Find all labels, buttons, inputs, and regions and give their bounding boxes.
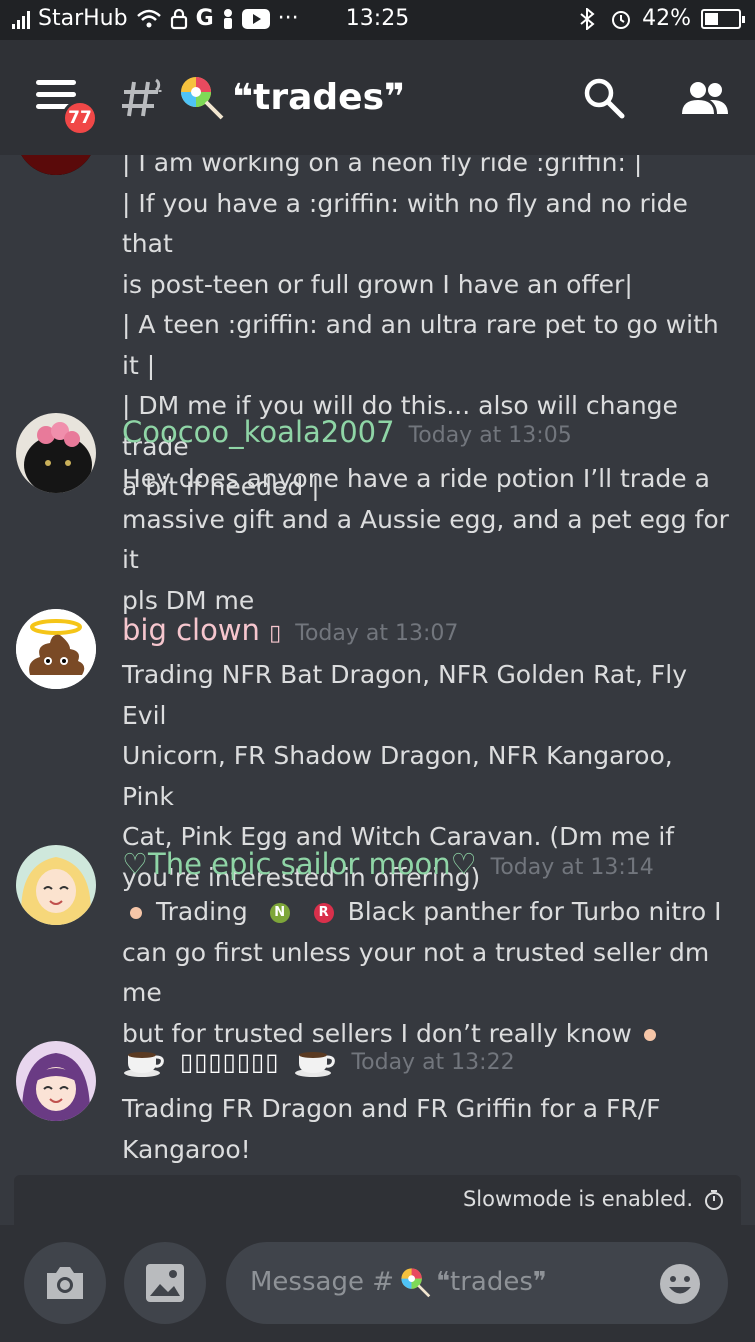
message-line: Trading NFR Bat Dragon, NFR Golden Rat, … <box>122 660 688 730</box>
camera-button[interactable] <box>24 1242 106 1324</box>
lollipop-icon <box>401 1268 431 1298</box>
message-placeholder: Message # ❝trades❞ <box>250 1266 547 1298</box>
message-line: Trading N R Black panther for Turbo nitro… <box>122 892 732 933</box>
username[interactable]: ♡The epic sailor moon♡ <box>122 847 477 881</box>
notification-badge: 77 <box>62 100 98 136</box>
timestamp: Today at 13:22 <box>351 1049 515 1075</box>
status-bar: StarHub G ··· 13:25 42% <box>0 0 755 40</box>
status-right: 42% <box>576 6 745 31</box>
message-header: Coocoo_koala2007 Today at 13:05 <box>122 415 572 449</box>
message-input[interactable]: Message # ❝trades❞ <box>226 1242 728 1324</box>
timestamp: Today at 13:14 <box>490 855 654 880</box>
coffee-icon <box>295 1052 336 1077</box>
username[interactable]: big clown ▯ <box>122 613 281 647</box>
peach-dot-icon <box>643 1028 656 1041</box>
message-line: Trading FR Dragon and FR Griffin for a F… <box>122 1094 661 1123</box>
message-text: Black panther for Turbo nitro I <box>347 897 722 926</box>
message-line: Hey does anyone have a ride potion I’ll … <box>122 464 710 493</box>
timer-icon <box>705 1190 723 1210</box>
members-icon[interactable] <box>680 78 730 118</box>
image-icon <box>146 1264 184 1302</box>
bluetooth-icon <box>580 7 595 30</box>
alarm-icon <box>612 10 631 29</box>
text-channel-icon <box>122 78 162 117</box>
message-line: | If you have a :griffin: with no fly an… <box>122 188 688 259</box>
gallery-button[interactable] <box>124 1242 206 1324</box>
lollipop-icon <box>181 77 224 120</box>
avatar[interactable] <box>16 845 96 925</box>
hamburger-icon <box>36 80 76 85</box>
slowmode-text: Slowmode is enabled. <box>462 1187 693 1211</box>
timestamp: Today at 13:07 <box>295 621 459 646</box>
battery-percent: 42% <box>642 6 691 31</box>
channel-title: ❝trades❞ <box>176 74 405 120</box>
message-line: can go first unless your not a trusted s… <box>122 937 710 1008</box>
avatar[interactable] <box>16 413 96 493</box>
slowmode-banner: Slowmode is enabled. <box>14 1175 741 1225</box>
nitro-n-icon: N <box>269 903 290 923</box>
message-body: Trading N R Black panther for Turbo nitro… <box>122 892 732 1054</box>
emoji-icon[interactable] <box>658 1262 702 1306</box>
peach-dot-icon <box>130 907 142 919</box>
timestamp: Today at 13:05 <box>408 423 572 448</box>
channel-name: ❝trades❞ <box>232 76 406 118</box>
username-suffix: ▯ <box>269 621 282 646</box>
message-line: | I am working on a neon fly ride :griff… <box>122 155 643 177</box>
message-header: ▯▯▯▯▯▯▯ Today at 13:22 <box>122 1045 515 1079</box>
placeholder-prefix: Message # <box>250 1267 395 1297</box>
message-body: Hey does anyone have a ride potion I’ll … <box>122 459 732 621</box>
message-line: is post-teen or full grown I have an off… <box>122 269 633 299</box>
channel-header: 77 ❝trades❞ <box>0 40 755 155</box>
rideable-r-icon: R <box>313 903 334 923</box>
coffee-icon <box>124 1052 164 1077</box>
camera-icon <box>47 1267 83 1299</box>
message-line: Kangaroo! <box>122 1134 251 1164</box>
avatar[interactable] <box>16 609 96 689</box>
search-icon[interactable] <box>582 76 626 120</box>
placeholder-channel: ❝trades❞ <box>436 1267 547 1297</box>
message-body: Trading FR Dragon and FR Griffin for a F… <box>122 1089 732 1170</box>
username[interactable]: ▯▯▯▯▯▯▯ <box>180 1048 279 1076</box>
message-text: but for trusted sellers I don’t really k… <box>122 1018 632 1048</box>
message-body: | I am working on a neon fly ride :griff… <box>122 155 732 508</box>
username-text: big clown <box>122 613 260 647</box>
avatar[interactable] <box>16 155 96 175</box>
message-line: | A teen :griffin: and an ultra rare pet… <box>122 310 719 380</box>
message-line: Unicorn, FR Shadow Dragon, NFR Kangaroo,… <box>122 741 673 811</box>
composer-bar: Message # ❝trades❞ <box>0 1225 755 1342</box>
avatar[interactable] <box>16 1041 96 1121</box>
message-text: Trading <box>156 897 248 926</box>
message-list[interactable]: | I am working on a neon fly ride :griff… <box>0 155 755 1175</box>
message-header: ♡The epic sailor moon♡ Today at 13:14 <box>122 847 654 881</box>
message-line: massive gift and a Aussie egg, and a pet… <box>122 504 729 575</box>
battery-icon <box>701 8 745 29</box>
username[interactable]: Coocoo_koala2007 <box>122 415 395 449</box>
message-header: big clown ▯ Today at 13:07 <box>122 613 458 647</box>
